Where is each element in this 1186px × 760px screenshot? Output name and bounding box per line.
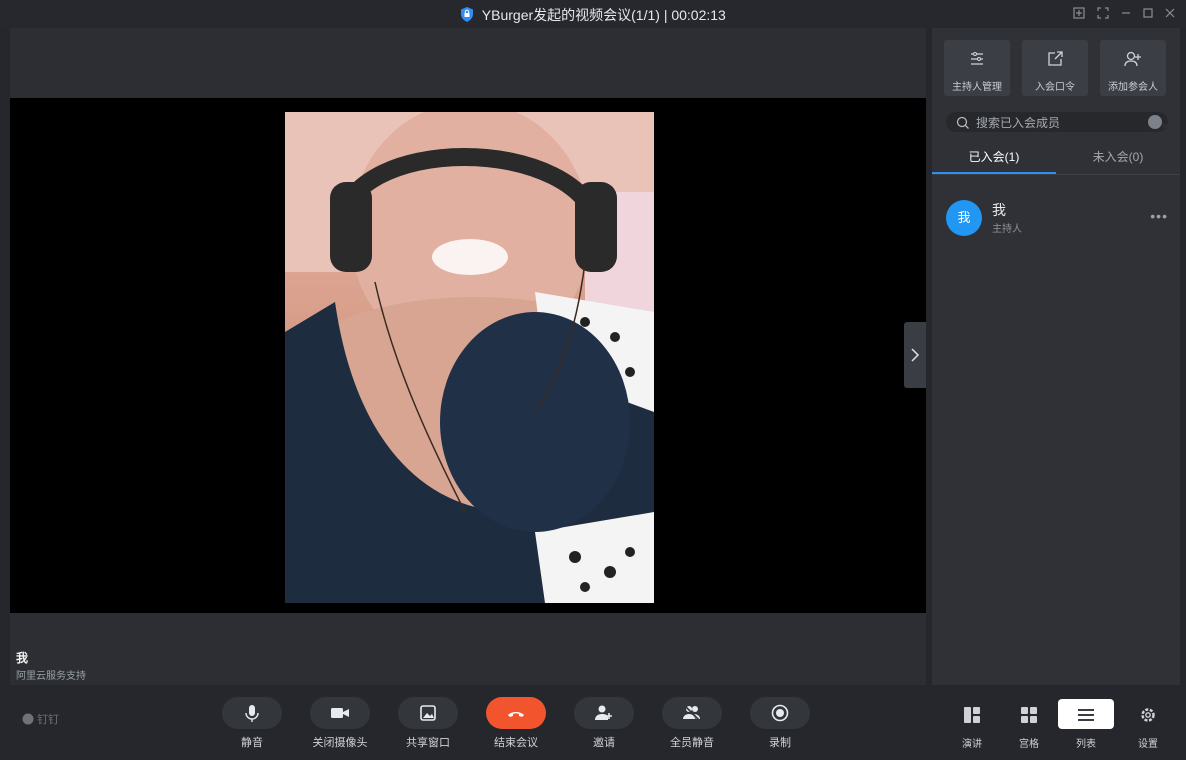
camera-button[interactable]: 关闭摄像头	[310, 697, 370, 755]
host-manage-label: 主持人管理	[952, 82, 1002, 93]
list-view-icon	[1078, 709, 1094, 721]
logo-text: 钉钉	[37, 714, 60, 726]
participant-video	[285, 112, 654, 603]
minimize-icon[interactable]	[1117, 4, 1135, 22]
grid-view-icon	[1021, 707, 1037, 723]
video-area	[10, 98, 926, 613]
share-window-label: 共享窗口	[406, 737, 450, 749]
grid-view-button[interactable]: 宫格	[1001, 699, 1057, 757]
camera-label: 关闭摄像头	[312, 737, 368, 749]
maximize-icon[interactable]	[1139, 4, 1157, 22]
mute-all-icon	[683, 705, 700, 721]
tab-not-joined[interactable]: 未入会(0)	[1056, 148, 1180, 172]
meeting-toolbar: 钉钉 静音 关闭摄像头 共享窗口 结束会议 邀请 全员静音 录制 演讲 宫格 列…	[0, 685, 1186, 760]
record-icon	[771, 704, 789, 722]
invite-button[interactable]: 邀请	[574, 697, 634, 755]
share-window-button[interactable]: 共享窗口	[398, 697, 458, 755]
meeting-code-label: 入会口令	[1035, 82, 1075, 93]
close-icon[interactable]	[1161, 4, 1179, 22]
settings-icon	[1141, 708, 1155, 722]
list-view-button[interactable]: 列表	[1058, 699, 1114, 757]
mute-all-button[interactable]: 全员静音	[662, 697, 722, 755]
share-link-icon	[1048, 51, 1063, 66]
add-participant-label: 添加参会人	[1108, 82, 1158, 93]
speaker-view-icon	[964, 707, 980, 723]
mute-label: 静音	[241, 737, 263, 749]
stage-top-bar	[10, 28, 926, 98]
member-name: 我	[992, 202, 1006, 218]
end-meeting-button[interactable]: 结束会议	[486, 697, 546, 755]
tab-joined[interactable]: 已入会(1)	[932, 148, 1056, 172]
logo-icon	[22, 713, 34, 725]
title-bar: YBurger发起的视频会议(1/1) | 00:02:13	[0, 0, 1186, 28]
chevron-right-icon	[911, 348, 920, 362]
speaker-view-button[interactable]: 演讲	[944, 699, 1000, 757]
participant-name: 我	[16, 651, 29, 665]
add-participant-button[interactable]: 添加参会人	[1100, 40, 1166, 96]
member-search	[946, 112, 1168, 133]
more-options-icon[interactable]: •••	[1150, 208, 1168, 224]
tab-divider	[932, 174, 1180, 175]
clear-search-icon[interactable]	[1148, 115, 1168, 129]
member-role: 主持人	[992, 224, 1022, 235]
camera-icon	[331, 708, 349, 718]
window-title-container: YBurger发起的视频会议(1/1) | 00:02:13	[0, 5, 1186, 25]
participant-subtitle: 阿里云服务支持	[16, 671, 86, 682]
settings-button[interactable]: 设置	[1120, 699, 1176, 757]
shield-icon	[460, 7, 474, 25]
microphone-icon	[245, 705, 259, 722]
app-logo: 钉钉	[22, 711, 59, 727]
avatar: 我	[946, 200, 982, 236]
member-list-item[interactable]: 我 我 主持人 •••	[932, 196, 1180, 240]
host-manage-icon	[971, 52, 983, 65]
meeting-code-button[interactable]: 入会口令	[1022, 40, 1088, 96]
end-meeting-label: 结束会议	[494, 737, 538, 749]
record-label: 录制	[769, 737, 791, 749]
mute-button[interactable]: 静音	[222, 697, 282, 755]
record-button[interactable]: 录制	[750, 697, 810, 755]
invite-label: 邀请	[593, 737, 615, 749]
end-call-icon	[508, 712, 524, 717]
share-screen-icon	[420, 705, 436, 721]
host-manage-button[interactable]: 主持人管理	[944, 40, 1010, 96]
add-person-icon	[1124, 51, 1141, 67]
settings-label: 设置	[1138, 739, 1158, 750]
search-icon	[956, 116, 969, 129]
fullscreen-icon[interactable]	[1094, 4, 1112, 22]
participant-sidebar: 主持人管理 入会口令 添加参会人 已入会(1) 未入会(0) 我 我 主持人 •…	[932, 28, 1180, 685]
invite-icon	[595, 705, 612, 720]
pin-icon[interactable]	[1070, 4, 1088, 22]
sidebar-toggle[interactable]	[904, 322, 926, 388]
stage-info-bar: 我 阿里云服务支持	[10, 613, 926, 685]
window-title: YBurger发起的视频会议(1/1) | 00:02:13	[481, 7, 726, 23]
mute-all-label: 全员静音	[670, 737, 714, 749]
search-input[interactable]	[974, 113, 1148, 133]
